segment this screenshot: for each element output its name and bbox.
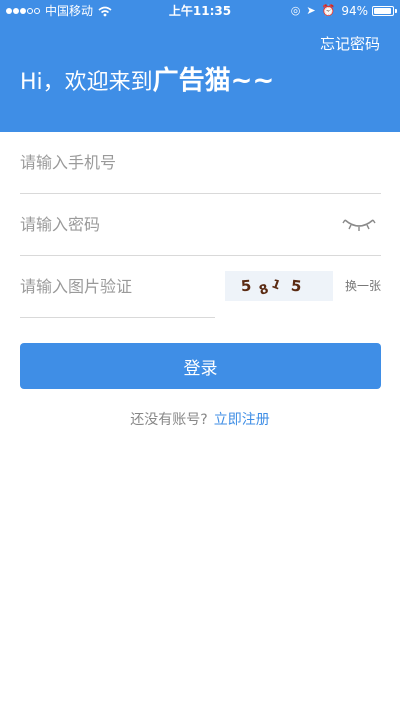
brand-name: 广告猫~~ [152, 66, 275, 96]
password-field [20, 194, 381, 256]
password-input[interactable] [20, 194, 320, 254]
login-button[interactable]: 登录 [20, 343, 381, 389]
status-bar: 中国移动 上午11:35 ◎ ➤ ⏰ 94% [0, 0, 400, 22]
battery-level-fill [374, 8, 391, 14]
captcha-char-2: 8 [257, 282, 270, 299]
captcha-field [20, 256, 215, 318]
header: 中国移动 上午11:35 ◎ ➤ ⏰ 94% 忘记密码 Hi，欢迎来到广告猫~~ [0, 0, 400, 132]
alarm-icon: ⏰ [321, 4, 336, 17]
captcha-image[interactable]: 5 8 1 5 [225, 271, 333, 301]
battery-percent: 94% [341, 4, 368, 18]
captcha-char-4: 5 [290, 277, 302, 296]
register-link[interactable]: 立即注册 [214, 412, 270, 428]
battery-icon [372, 6, 397, 16]
forgot-password-link[interactable]: 忘记密码 [320, 33, 380, 54]
captcha-graphic: 5 8 1 5 [240, 276, 302, 299]
no-account-text: 还没有账号? [130, 412, 208, 428]
phone-input[interactable] [20, 132, 320, 192]
register-row: 还没有账号? 立即注册 [0, 409, 400, 429]
welcome-heading: Hi，欢迎来到广告猫~~ [20, 64, 274, 100]
captcha-char-3: 1 [270, 276, 283, 292]
location-arrow-icon: ➤ [306, 4, 316, 17]
captcha-input[interactable] [20, 256, 210, 316]
captcha-char-1: 5 [240, 277, 252, 296]
eye-closed-icon[interactable] [341, 214, 377, 236]
phone-field [20, 132, 381, 194]
status-bar-right: ◎ ➤ ⏰ 94% [285, 0, 397, 22]
welcome-greeting: Hi，欢迎来到 [20, 70, 153, 95]
orientation-lock-icon: ◎ [290, 4, 301, 17]
refresh-captcha-link[interactable]: 换一张 [345, 277, 381, 294]
